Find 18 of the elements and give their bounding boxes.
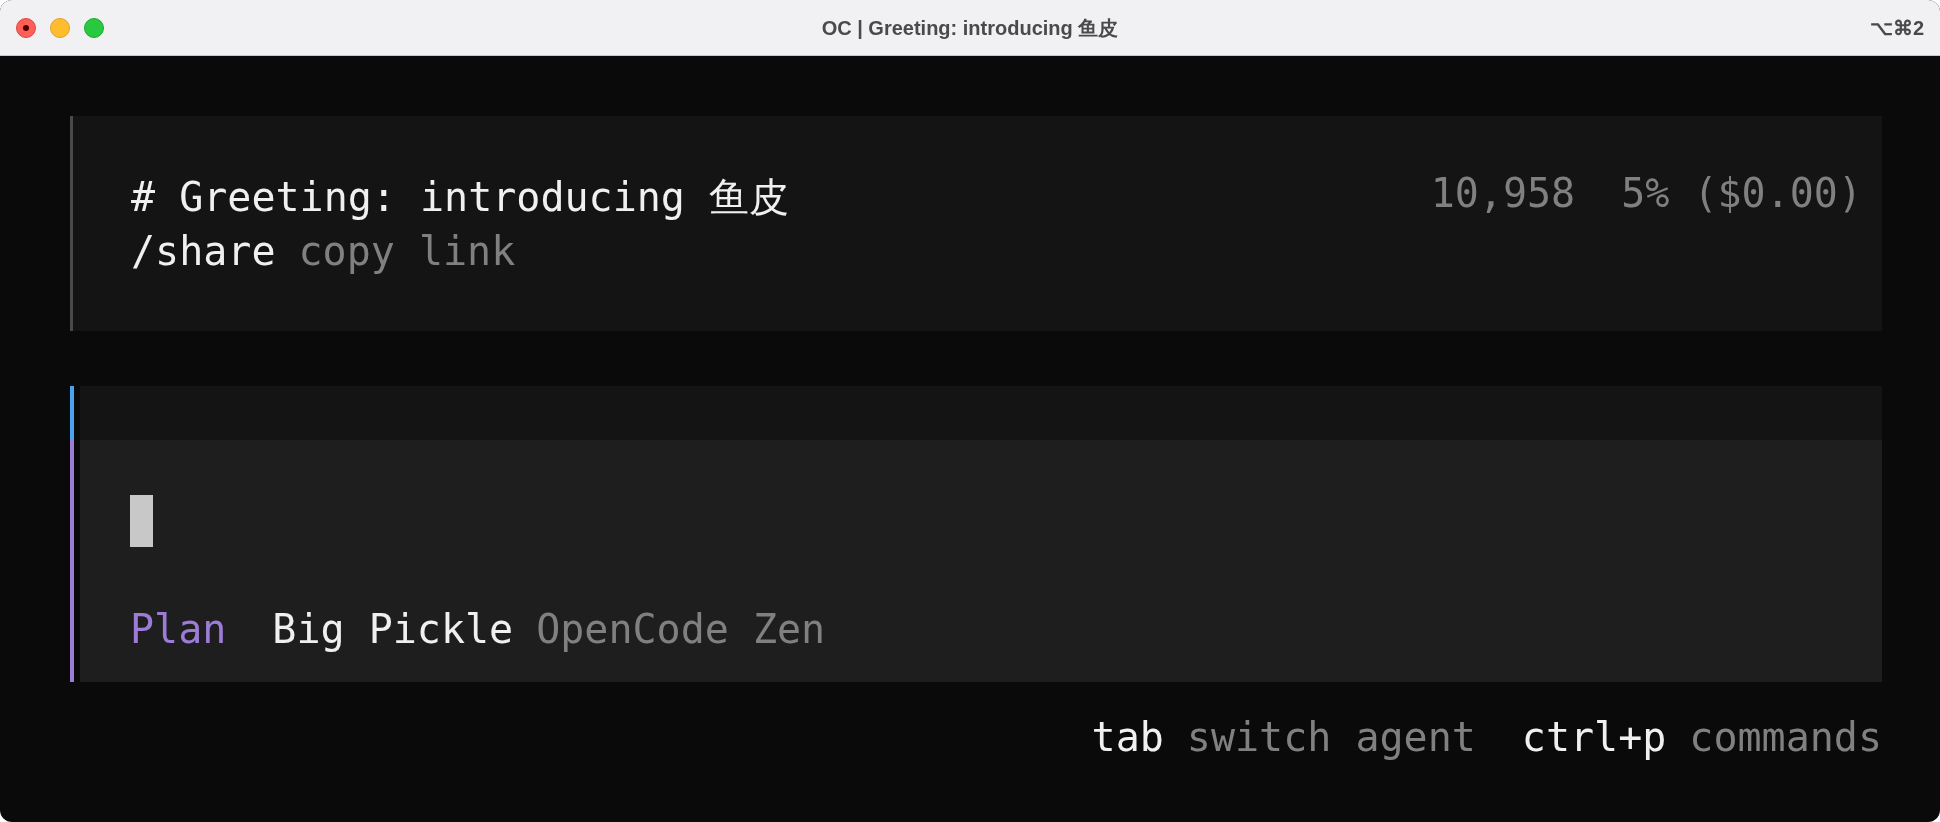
shortcut-key: tab [1091, 710, 1164, 764]
session-title: # Greeting: introducing 鱼皮 [131, 172, 789, 222]
zoom-icon[interactable] [84, 17, 104, 38]
command-hint: copy link [298, 226, 516, 276]
minimize-icon[interactable] [50, 17, 70, 38]
share-command[interactable]: /share [131, 223, 276, 278]
model-name[interactable]: Big Pickle [272, 602, 514, 656]
usage-cost: 5% ($0.00) [1621, 169, 1862, 218]
shortcut-key: ctrl+p [1521, 710, 1667, 764]
shortcut-label: commands [1689, 713, 1882, 762]
agent-mode[interactable]: Plan [130, 602, 227, 656]
model-provider: OpenCode Zen [536, 605, 826, 654]
shortcut-label: switch agent [1186, 713, 1476, 762]
close-icon[interactable] [16, 17, 36, 38]
window-shortcut: ⌥⌘2 [1869, 15, 1924, 41]
token-count: 10,958 [1430, 169, 1576, 218]
window-title: OC | Greeting: introducing 鱼皮 [821, 15, 1119, 41]
prompt-input[interactable]: Plan Big Pickle OpenCode Zen [80, 440, 1882, 682]
